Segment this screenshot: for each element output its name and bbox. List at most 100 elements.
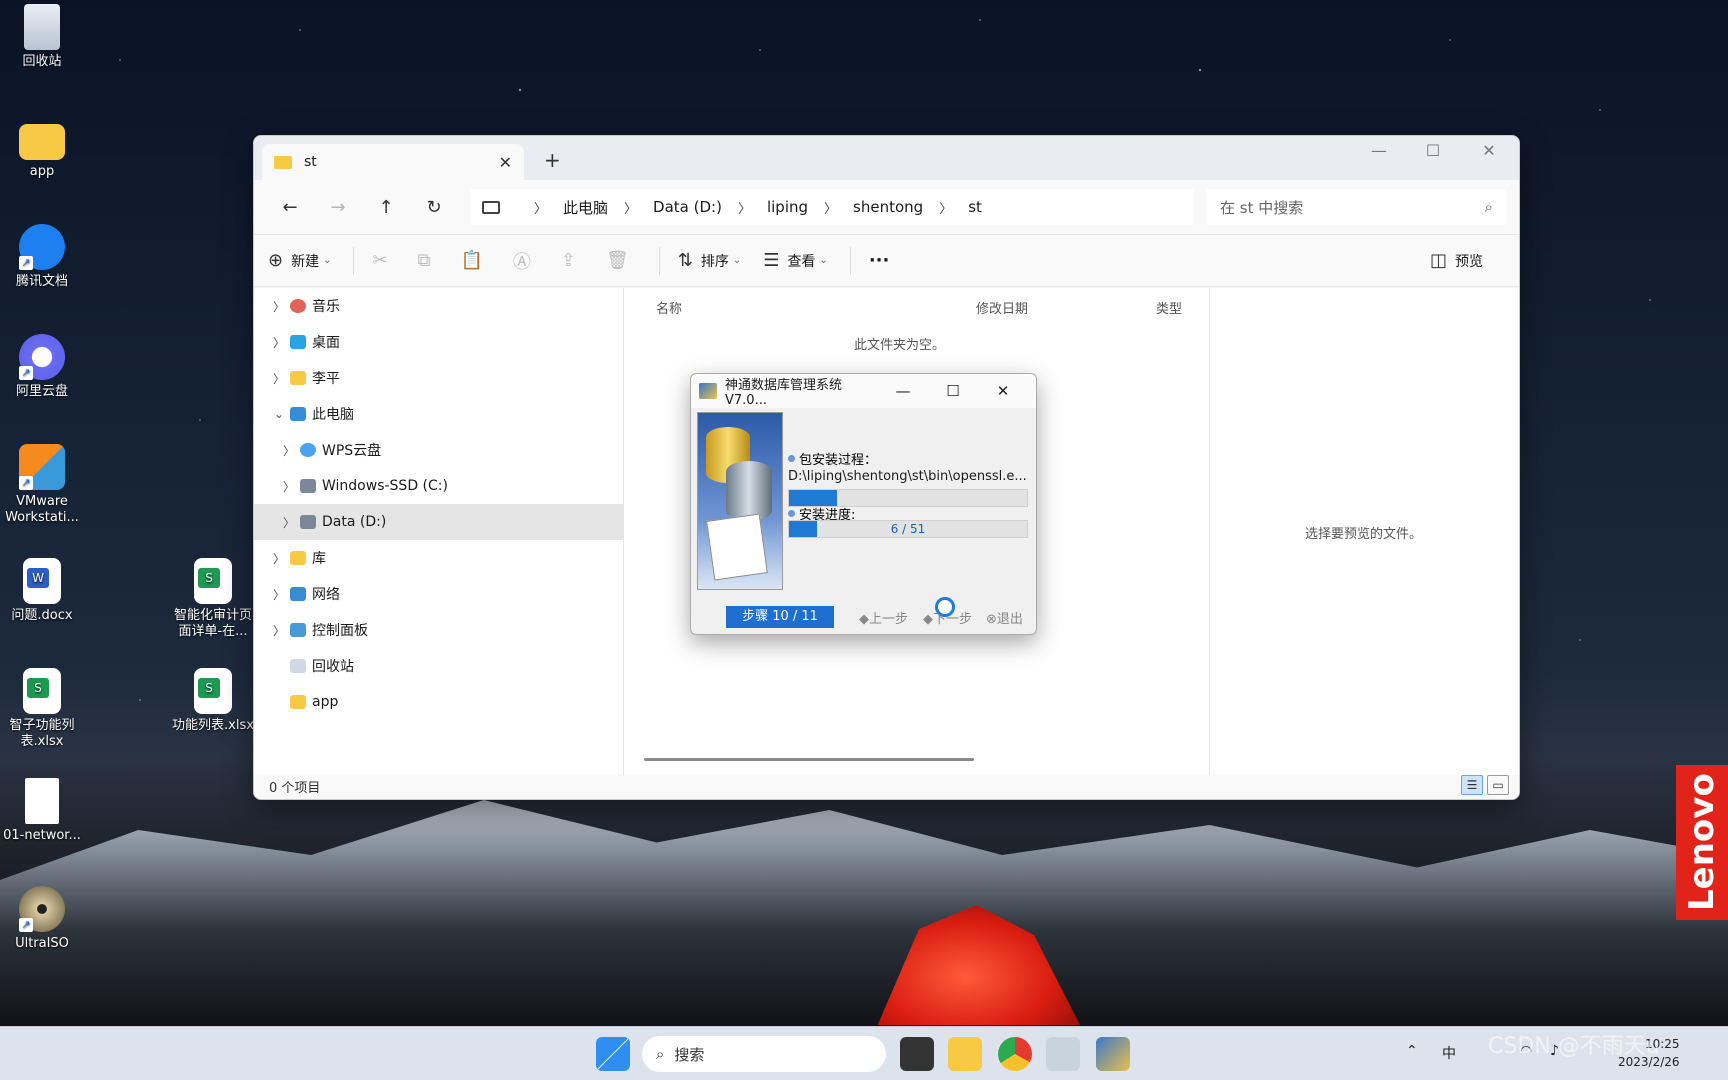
chevron-up-icon[interactable]: ⌃ — [1406, 1043, 1418, 1059]
details-view-button[interactable]: ☰ — [1461, 775, 1483, 795]
nav-item-app[interactable]: app — [254, 684, 623, 720]
breadcrumb-data-d[interactable]: Data (D:) — [653, 198, 722, 216]
ime-indicator[interactable]: 中 — [1442, 1043, 1456, 1063]
tab-title: st — [304, 154, 317, 170]
file-explorer-taskbar-icon[interactable] — [948, 1037, 982, 1071]
nav-item-network[interactable]: 〉 网络 — [254, 576, 623, 612]
nav-item-c-drive[interactable]: 〉 Windows-SSD (C:) — [254, 468, 623, 504]
paste-button[interactable]: 📋 — [460, 250, 490, 271]
nav-item-user[interactable]: 〉 李平 — [254, 360, 623, 396]
desktop-icon-function-list[interactable]: S 功能列表.xlsx — [168, 668, 258, 734]
maximize-button[interactable]: ☐ — [1407, 136, 1459, 168]
chevron-right-icon[interactable]: 〉 — [278, 478, 300, 495]
desktop-icon-network-file[interactable]: 01-networ... — [0, 778, 87, 844]
desktop-icon-ultraiso[interactable]: ↗ UltraISO — [0, 886, 87, 952]
desktop-icon-word-doc[interactable]: W 问题.docx — [0, 558, 87, 624]
breadcrumb-liping[interactable]: liping — [767, 198, 808, 216]
chevron-right-icon[interactable]: 〉 — [268, 586, 290, 603]
minimize-button[interactable]: — — [1353, 136, 1405, 168]
desktop-icon-recycle-bin[interactable]: 回收站 — [0, 4, 87, 70]
nav-item-control-panel[interactable]: 〉 控制面板 — [254, 612, 623, 648]
watermark-text: CSDN @不雨天u — [1488, 1034, 1660, 1059]
chrome-taskbar-icon[interactable] — [998, 1037, 1032, 1071]
horizontal-scrollbar[interactable] — [644, 758, 974, 761]
app-taskbar-icon[interactable] — [1046, 1037, 1080, 1071]
chevron-right-icon[interactable]: 〉 — [268, 298, 290, 315]
command-bar: ⊕ 新建 ⌄ ✂ ⧉ 📋 Ⓐ ⇪ 🗑 ⇅ 排序 ⌄ ☰ 查看 ⌄ ··· ◫ 预… — [254, 235, 1519, 287]
minimize-button[interactable]: — — [878, 382, 928, 400]
spreadsheet-file-icon: S — [194, 558, 232, 604]
previous-button[interactable]: ◆上一步 — [859, 608, 908, 627]
divider — [353, 246, 355, 275]
nav-item-music[interactable]: 〉 音乐 — [254, 288, 623, 324]
preview-pane-button[interactable]: ◫ 预览 — [1430, 250, 1483, 271]
breadcrumb-shentong[interactable]: shentong — [853, 198, 923, 216]
nav-item-wps-cloud[interactable]: 〉 WPS云盘 — [254, 432, 623, 468]
column-header-type[interactable]: 类型 — [1156, 298, 1182, 317]
divider — [849, 246, 851, 275]
start-button[interactable] — [596, 1037, 630, 1071]
wallpaper-mountains — [0, 800, 1728, 1030]
search-input[interactable]: 在 st 中搜索 ⌕ — [1206, 189, 1507, 225]
nav-item-desktop[interactable]: 〉 桌面 — [254, 324, 623, 360]
close-button[interactable]: ✕ — [978, 382, 1028, 400]
computer-icon — [482, 200, 500, 214]
desktop-icon-aliyun-drive[interactable]: ↗ 阿里云盘 — [0, 334, 87, 400]
sort-button[interactable]: ⇅ 排序 ⌄ — [678, 250, 741, 271]
column-header-date[interactable]: 修改日期 — [976, 298, 1028, 317]
drive-icon — [300, 479, 316, 493]
chevron-right-icon[interactable]: 〉 — [268, 550, 290, 567]
delete-button[interactable]: 🗑 — [606, 250, 637, 271]
share-button[interactable]: ⇪ — [561, 250, 584, 271]
chevron-right-icon[interactable]: 〉 — [268, 334, 290, 351]
desktop-icon-tencent-docs[interactable]: ↗ 腾讯文档 — [0, 224, 87, 290]
tiles-view-button[interactable]: ▭ — [1487, 775, 1509, 795]
taskbar-search[interactable]: ⌕ 搜索 — [642, 1036, 886, 1072]
column-header-name[interactable]: 名称 — [656, 298, 682, 317]
address-bar[interactable]: 〉 此电脑 〉 Data (D:) 〉 liping 〉 shentong 〉 … — [470, 189, 1194, 225]
desktop-icon-feature-list[interactable]: S 智子功能列表.xlsx — [0, 668, 87, 750]
copy-button[interactable]: ⧉ — [418, 250, 439, 271]
forward-button[interactable]: → — [314, 197, 362, 218]
breadcrumb-this-pc[interactable]: 此电脑 — [563, 197, 608, 218]
cut-button[interactable]: ✂ — [372, 250, 395, 271]
chevron-down-icon[interactable]: ⌄ — [268, 407, 290, 421]
desktop-icon-app[interactable]: app — [0, 118, 87, 180]
search-icon: ⌕ — [1484, 198, 1493, 216]
installer-dialog: 神通数据库管理系统V7.0... — ☐ ✕ 包安装过程： D:\liping\… — [690, 373, 1037, 635]
tab-st[interactable]: st ✕ — [262, 144, 524, 180]
progress-text: 6 / 51 — [890, 522, 926, 536]
nav-item-d-drive[interactable]: 〉 Data (D:) — [254, 504, 623, 540]
task-view-button[interactable] — [900, 1037, 934, 1071]
exit-button[interactable]: ⊗退出 — [986, 608, 1023, 627]
busy-cursor-icon — [935, 597, 955, 617]
new-button[interactable]: ⊕ 新建 ⌄ — [268, 250, 331, 271]
chevron-right-icon[interactable]: 〉 — [268, 370, 290, 387]
nav-item-libraries[interactable]: 〉 库 — [254, 540, 623, 576]
chevron-right-icon[interactable]: 〉 — [278, 514, 300, 531]
more-icon: ··· — [868, 250, 890, 271]
view-button[interactable]: ☰ 查看 ⌄ — [763, 250, 828, 271]
file-icon — [25, 778, 59, 824]
more-options-button[interactable]: ··· — [869, 250, 890, 271]
close-window-button[interactable]: ✕ — [1463, 136, 1515, 168]
up-button[interactable]: ↑ — [362, 197, 410, 218]
empty-folder-text: 此文件夹为空。 — [854, 338, 946, 353]
bullet-icon — [788, 510, 795, 517]
rename-button[interactable]: Ⓐ — [513, 248, 539, 274]
new-tab-button[interactable]: + — [544, 148, 561, 172]
chevron-right-icon[interactable]: 〉 — [268, 622, 290, 639]
nav-item-this-pc[interactable]: ⌄ 此电脑 — [254, 396, 623, 432]
close-tab-icon[interactable]: ✕ — [499, 153, 512, 172]
desktop-icon-vmware[interactable]: ↗ VMware Workstati... — [0, 444, 87, 526]
maximize-button[interactable]: ☐ — [928, 382, 978, 400]
installer-taskbar-icon[interactable] — [1096, 1037, 1130, 1071]
refresh-button[interactable]: ↻ — [410, 197, 458, 218]
breadcrumb-st[interactable]: st — [968, 198, 982, 216]
chevron-right-icon[interactable]: 〉 — [278, 442, 300, 459]
desktop-icon-audit-sheet[interactable]: S 智能化审计页面详单-在... — [168, 558, 258, 640]
vmware-icon: ↗ — [19, 444, 65, 490]
trash-icon: 🗑 — [605, 250, 629, 271]
back-button[interactable]: ← — [266, 197, 314, 218]
nav-item-recycle-bin[interactable]: 回收站 — [254, 648, 623, 684]
